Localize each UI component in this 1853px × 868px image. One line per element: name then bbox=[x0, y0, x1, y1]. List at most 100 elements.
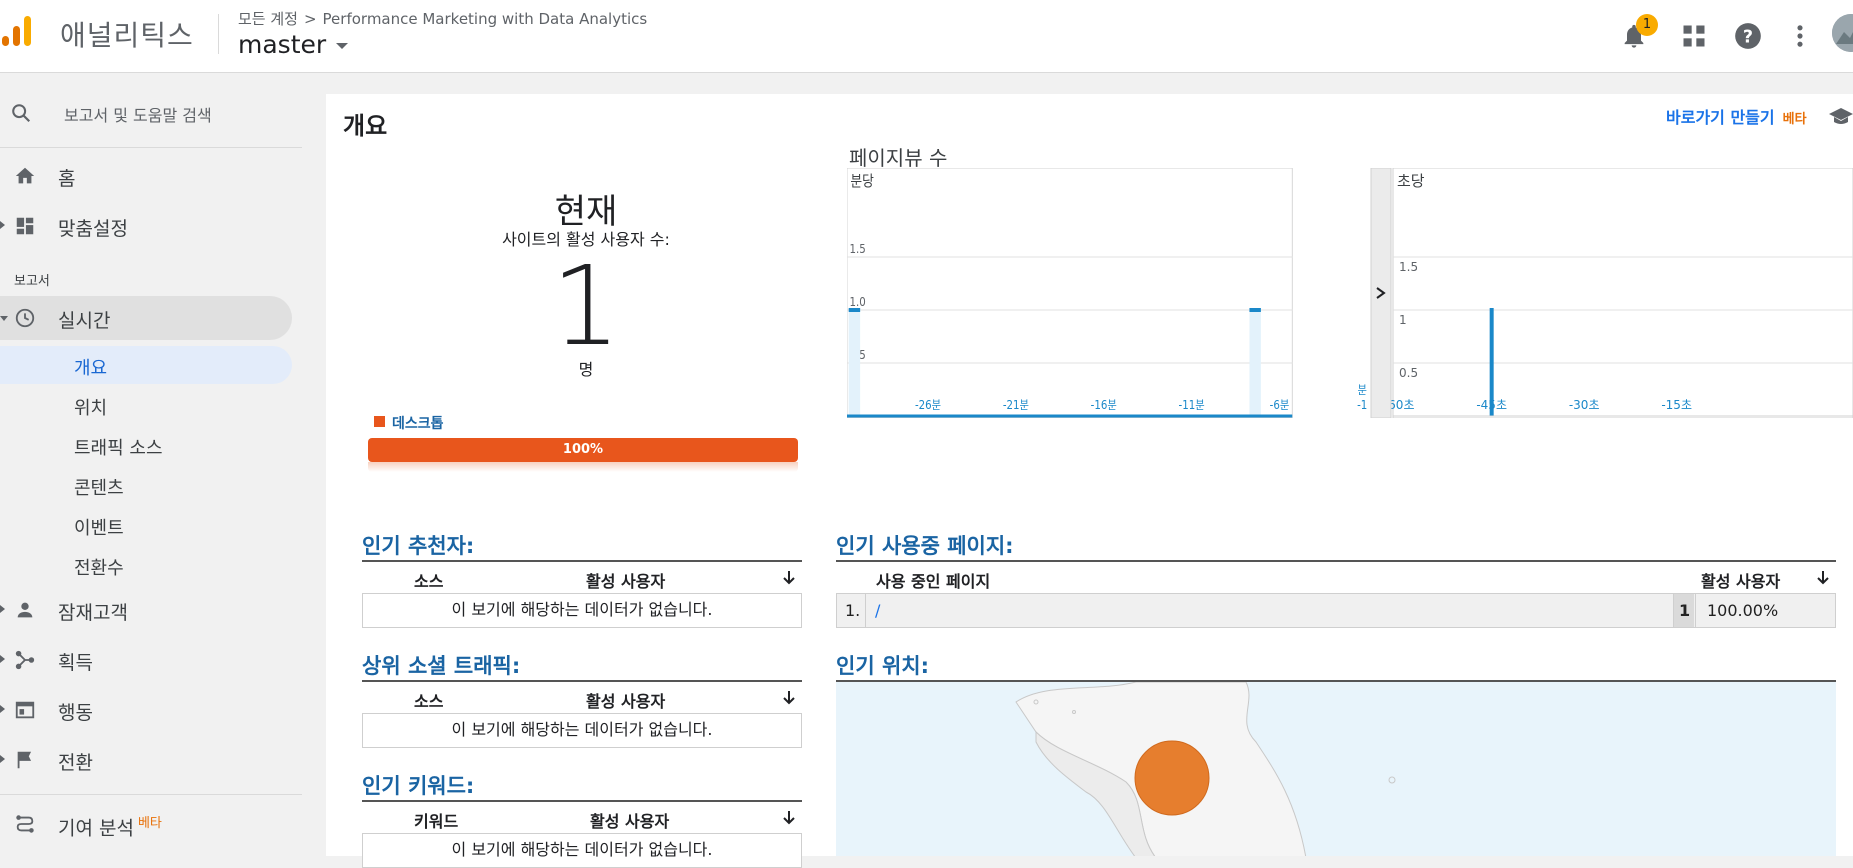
column-header-source[interactable]: 소스 bbox=[414, 688, 443, 712]
column-header-page[interactable]: 사용 중인 페이지 bbox=[876, 568, 990, 592]
bar-highlight bbox=[1249, 308, 1261, 416]
column-header-source[interactable]: 소스 bbox=[414, 568, 443, 592]
sidebar-item-home[interactable]: 홈 bbox=[0, 154, 292, 198]
x-tick-label: -21분 bbox=[1003, 398, 1029, 412]
x-tick-label: -11분 bbox=[1179, 398, 1205, 412]
account-view-name: master bbox=[238, 30, 327, 59]
pageviews-title: 페이지뷰 수 bbox=[849, 146, 948, 170]
sidebar-item-label: 획득 bbox=[58, 652, 93, 674]
y-tick-label: 1.0 bbox=[850, 295, 866, 309]
dashboard-icon bbox=[16, 217, 34, 235]
sidebar-subitem-label: 이벤트 bbox=[74, 518, 124, 539]
pageviews-chart: 분당0.51.01.5-26분-21분-16분-11분-6분분-1 초당0.51… bbox=[847, 168, 1853, 418]
column-header-active-users[interactable]: 활성 사용자 bbox=[590, 808, 669, 832]
expand-arrow-icon bbox=[0, 705, 5, 713]
search-input[interactable]: 보고서 및 도움말 검색 bbox=[64, 102, 212, 126]
breadcrumb-property[interactable]: Performance Marketing with Data Analytic… bbox=[323, 10, 648, 28]
sidebar-item-label: 맞춤설정 bbox=[58, 218, 128, 240]
locations-map[interactable] bbox=[836, 680, 1836, 856]
column-header-keyword[interactable]: 키워드 bbox=[414, 808, 458, 832]
location-bubble[interactable] bbox=[1134, 740, 1210, 816]
active-users-count: 1 bbox=[551, 242, 621, 370]
attribution-label: 기여 분석 bbox=[58, 817, 134, 840]
sidebar-section-reports: 보고서 bbox=[14, 274, 50, 289]
bar[interactable] bbox=[848, 308, 861, 312]
sidebar-divider bbox=[0, 147, 302, 148]
column-header-active-users[interactable]: 활성 사용자 bbox=[586, 568, 665, 592]
y-tick-label: 1.5 bbox=[1399, 260, 1418, 274]
avatar[interactable] bbox=[1832, 14, 1853, 52]
analytics-logo-icon[interactable] bbox=[0, 14, 36, 50]
search-row[interactable]: 보고서 및 도움말 검색 bbox=[0, 92, 302, 132]
cell-divider bbox=[865, 594, 866, 627]
row-percent: 100.00% bbox=[1707, 601, 1779, 620]
sidebar-item-realtime[interactable]: 실시간 bbox=[0, 296, 292, 340]
breadcrumb-root[interactable]: 모든 계정 bbox=[238, 10, 298, 28]
table-header: 소스 활성 사용자 bbox=[362, 682, 802, 714]
behavior-window-icon bbox=[15, 701, 35, 719]
column-header-active-users[interactable]: 활성 사용자 bbox=[586, 688, 665, 712]
sidebar-item-acquisition[interactable]: 획득 bbox=[0, 638, 292, 682]
expand-arrow-icon bbox=[0, 755, 5, 763]
breadcrumb[interactable]: 모든 계정 > Performance Marketing with Data An… bbox=[238, 8, 647, 29]
y-tick-label: 1 bbox=[1399, 313, 1407, 327]
sidebar-subitem-events[interactable]: 이벤트 bbox=[0, 506, 292, 544]
sidebar-subitem-content[interactable]: 콘텐츠 bbox=[0, 466, 292, 504]
x-tick-label: 분 bbox=[1358, 383, 1367, 397]
page-path-link[interactable]: / bbox=[875, 601, 880, 620]
collapse-arrow-icon bbox=[0, 316, 8, 321]
sidebar-item-label: 잠재고객 bbox=[58, 602, 128, 624]
account-view-selector[interactable]: master bbox=[238, 30, 349, 59]
x-tick-label: -1 bbox=[1357, 398, 1367, 412]
sidebar-item-behavior[interactable]: 행동 bbox=[0, 688, 292, 732]
sidebar-item-audience[interactable]: 잠재고객 bbox=[0, 588, 292, 632]
expand-arrow-icon bbox=[0, 605, 5, 613]
sidebar-subitem-traffic-sources[interactable]: 트래픽 소스 bbox=[0, 426, 292, 464]
sidebar-subitem-label: 트래픽 소스 bbox=[74, 438, 163, 459]
top-referrers-title: 인기 추천자: bbox=[362, 534, 475, 558]
active-users-unit: 명 bbox=[578, 360, 594, 379]
sidebar-subitem-overview[interactable]: 개요 bbox=[0, 346, 292, 384]
more-vert-icon[interactable] bbox=[1786, 22, 1814, 50]
empty-row: 이 보기에 해당하는 데이터가 없습니다. bbox=[362, 594, 802, 628]
sort-arrow-down-icon[interactable] bbox=[782, 690, 796, 706]
graduation-cap-icon[interactable] bbox=[1828, 106, 1853, 126]
bar[interactable] bbox=[1249, 308, 1261, 312]
sidebar-item-attribution[interactable]: 기여 분석 베타 bbox=[0, 802, 292, 846]
panel-toggle[interactable] bbox=[1370, 168, 1392, 418]
sidebar-item-conversions[interactable]: 전환 bbox=[0, 738, 292, 782]
attribution-path-icon bbox=[16, 815, 34, 833]
sidebar-subitem-conversions[interactable]: 전환수 bbox=[0, 546, 292, 584]
y-tick-label: 0.5 bbox=[1399, 366, 1418, 380]
apps-grid-icon[interactable] bbox=[1680, 22, 1708, 50]
device-legend-swatch bbox=[374, 416, 385, 427]
app-name[interactable]: 애널리틱스 bbox=[60, 14, 194, 54]
sidebar-item-label: 실시간 bbox=[58, 310, 111, 332]
table-row[interactable]: 1. / 1 100.00% bbox=[836, 594, 1836, 628]
notification-badge: 1 bbox=[1636, 14, 1658, 36]
search-icon bbox=[12, 104, 31, 123]
sidebar-item-customization[interactable]: 맞춤설정 bbox=[0, 204, 292, 248]
caret-down-icon bbox=[336, 43, 349, 49]
x-tick-label: -16분 bbox=[1091, 398, 1117, 412]
empty-row: 이 보기에 해당하는 데이터가 없습니다. bbox=[362, 834, 802, 868]
column-header-active-users[interactable]: 활성 사용자 bbox=[1701, 568, 1780, 592]
top-active-pages-table: 사용 중인 페이지 활성 사용자 1. / 1 100.00% bbox=[836, 560, 1836, 628]
sidebar-subitem-locations[interactable]: 위치 bbox=[0, 386, 292, 424]
avatar-photo-icon bbox=[1832, 14, 1853, 52]
person-icon bbox=[17, 602, 33, 618]
chart-frame bbox=[1392, 168, 1853, 418]
sort-arrow-down-icon[interactable] bbox=[782, 570, 796, 586]
per-second-panel: 초당0.511.5-60초 -45초 -30초 -15초 bbox=[1384, 168, 1853, 418]
beta-badge: 베타 bbox=[1782, 112, 1807, 127]
create-shortcut-label: 바로가기 만들기 bbox=[1666, 108, 1775, 127]
sidebar-subitem-label: 위치 bbox=[74, 398, 108, 419]
row-count: 1 bbox=[1679, 601, 1691, 620]
create-shortcut-link[interactable]: 바로가기 만들기 베타 bbox=[1666, 104, 1807, 128]
x-tick-label: -15초 bbox=[1661, 398, 1692, 412]
device-legend-label[interactable]: 데스크톱 bbox=[392, 413, 444, 433]
empty-row: 이 보기에 해당하는 데이터가 없습니다. bbox=[362, 714, 802, 748]
sort-arrow-down-icon[interactable] bbox=[1816, 570, 1830, 586]
sort-arrow-down-icon[interactable] bbox=[782, 810, 796, 826]
help-icon[interactable]: ? bbox=[1734, 22, 1762, 50]
